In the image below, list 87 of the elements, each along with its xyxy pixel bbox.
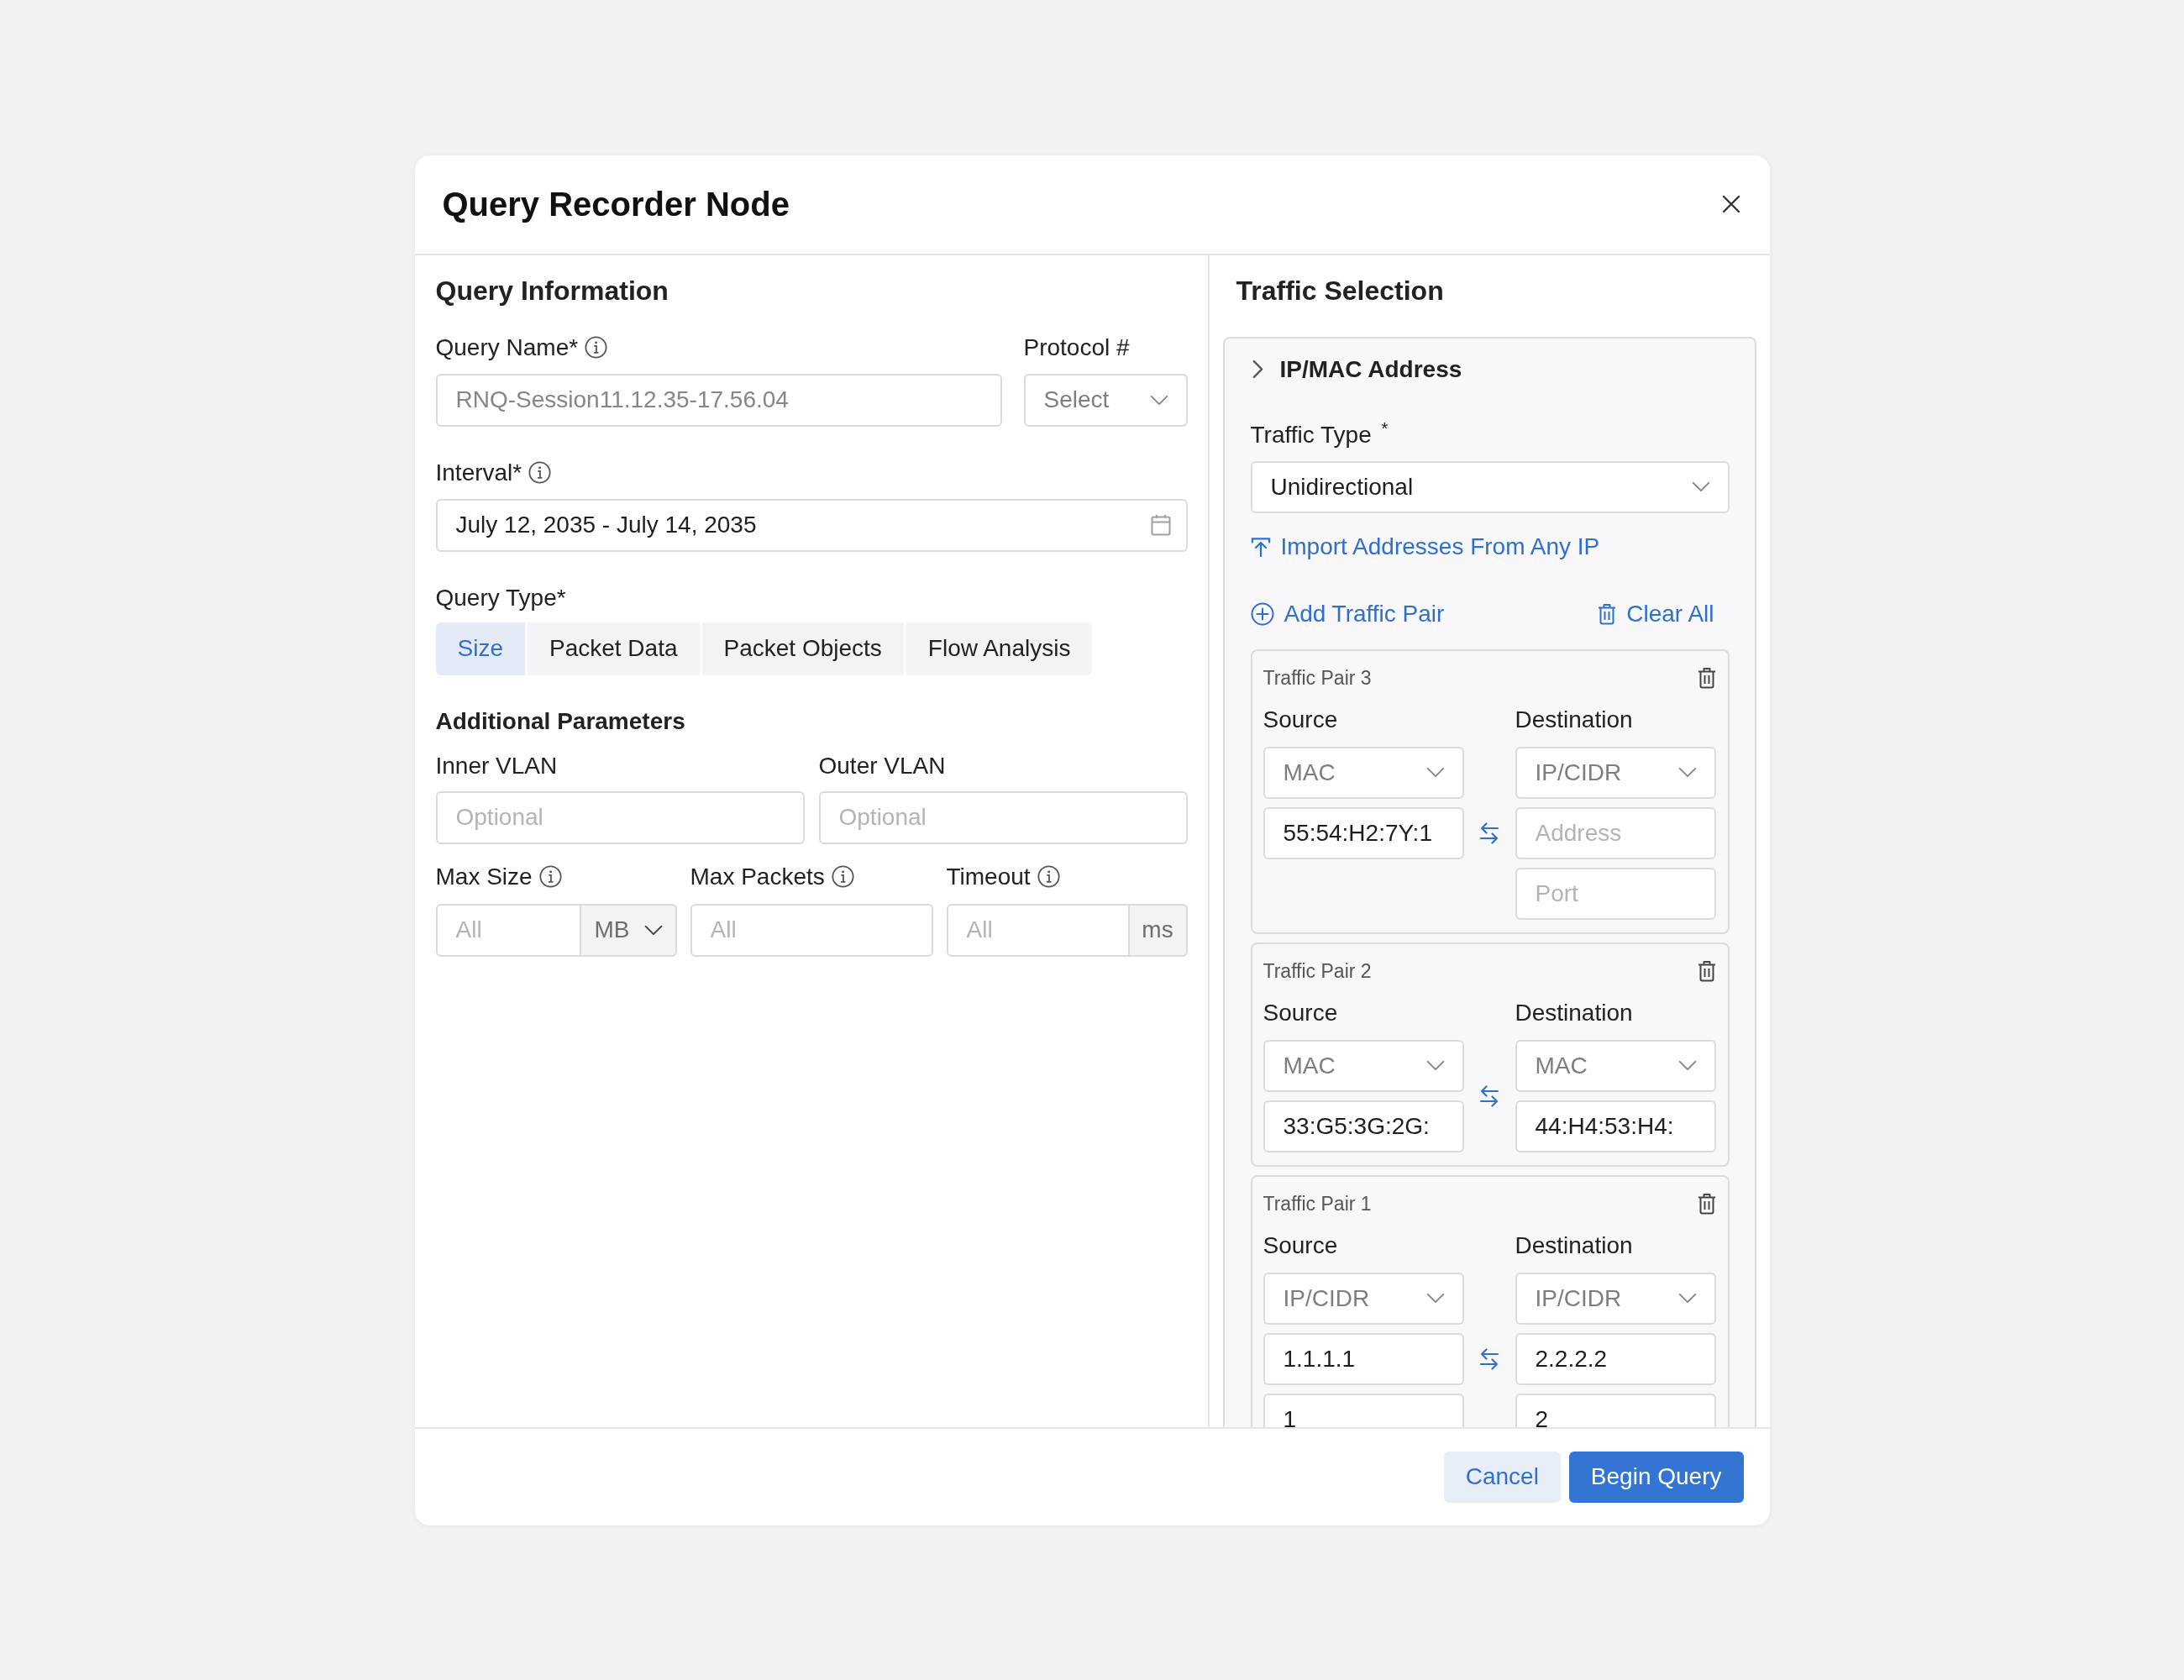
number-field[interactable]: All: [946, 903, 1130, 957]
cancel-button[interactable]: Cancel: [1443, 1451, 1561, 1503]
field-label: Protocol #: [1023, 333, 1130, 362]
segment-tab[interactable]: Flow Analysis: [906, 622, 1093, 675]
traffic-type-dropdown[interactable]: Unidirectional: [1250, 460, 1730, 513]
address-field[interactable]: 55:54:H2:7Y:1: [1263, 806, 1464, 859]
add-pair-link[interactable]: Add Traffic Pair: [1250, 598, 1445, 629]
upload-icon: [1250, 536, 1271, 557]
segment-tab[interactable]: Packet Data: [527, 622, 700, 675]
clear-all-link[interactable]: Clear All: [1598, 598, 1714, 629]
swap-icon: [1479, 1346, 1499, 1372]
chevron-down-icon: [1425, 1293, 1446, 1304]
delete-button[interactable]: [1697, 959, 1716, 982]
vlan-field[interactable]: Optional: [818, 790, 1188, 844]
swap-icon: [1479, 820, 1499, 846]
field-label: Traffic Type $^{*}$: [1250, 419, 1389, 449]
number-field[interactable]: All: [690, 903, 933, 957]
trash-icon: [1697, 1192, 1716, 1215]
address-type-dropdown[interactable]: IP/CIDR: [1515, 1272, 1716, 1325]
swap-button[interactable]: [1479, 1346, 1499, 1372]
delete-button[interactable]: [1697, 1192, 1716, 1215]
calendar-icon: [1150, 514, 1171, 536]
column-label: Source: [1263, 705, 1339, 734]
dialog-title: Query Recorder Node: [442, 185, 790, 224]
chevron-down-icon: [1148, 394, 1169, 406]
number-field[interactable]: All: [435, 903, 581, 957]
import-link[interactable]: Import Addresses From Any IP: [1250, 531, 1600, 562]
card-title: Traffic Pair 2: [1263, 958, 1372, 984]
address-type-dropdown[interactable]: MAC: [1263, 1039, 1464, 1092]
address-field[interactable]: Address: [1515, 806, 1716, 859]
unit-dropdown[interactable]: MB: [579, 903, 677, 957]
swap-icon: [1479, 1083, 1499, 1109]
field-label: Query Name*: [435, 333, 579, 362]
section-heading: Additional Parameters: [435, 706, 686, 736]
close-button[interactable]: [1720, 194, 1741, 214]
address-type-dropdown[interactable]: IP/CIDR: [1263, 1272, 1464, 1325]
section-heading: Query Information: [435, 274, 669, 307]
chevron-down-icon: [1677, 767, 1698, 778]
address-field[interactable]: Port: [1515, 867, 1716, 920]
field-label: Interval*: [435, 458, 522, 487]
date-range-field[interactable]: July 12, 2035 - July 14, 2035: [435, 498, 1188, 552]
segment-tab[interactable]: Packet Objects: [701, 622, 904, 675]
query-name-field[interactable]: RNQ-Session11.12.35-17.56.04: [435, 373, 1002, 427]
field-label: Timeout: [946, 862, 1031, 891]
address-field[interactable]: 1.1.1.1: [1263, 1332, 1464, 1385]
address-type-dropdown[interactable]: IP/CIDR: [1515, 746, 1716, 799]
column-label: Destination: [1515, 1231, 1634, 1260]
chevron-down-icon: [1425, 1060, 1446, 1071]
field-label: Max Size: [435, 862, 533, 891]
add-icon: [1250, 601, 1274, 626]
field-label: Inner VLAN: [435, 751, 558, 780]
field-label: Query Type*: [435, 583, 566, 612]
address-type-dropdown[interactable]: MAC: [1515, 1039, 1716, 1092]
section-toggle[interactable]: IP/MAC Address: [1250, 352, 1462, 386]
address-field[interactable]: 2.2.2.2: [1515, 1332, 1716, 1385]
address-field[interactable]: 2: [1515, 1393, 1716, 1427]
chevron-down-icon: [1677, 1060, 1698, 1071]
section-heading: Traffic Selection: [1235, 274, 1445, 307]
address-type-dropdown[interactable]: MAC: [1263, 746, 1464, 799]
column-label: Source: [1263, 1231, 1339, 1260]
unit-label: ms: [1127, 903, 1188, 957]
card-title: Traffic Pair 3: [1263, 665, 1372, 690]
swap-button[interactable]: [1479, 820, 1499, 846]
column-label: Source: [1263, 998, 1339, 1027]
field-label: Max Packets: [690, 862, 825, 891]
field-label: Outer VLAN: [818, 751, 946, 780]
column-label: Destination: [1515, 998, 1634, 1027]
swap-button[interactable]: [1479, 1083, 1499, 1109]
card-title: Traffic Pair 1: [1263, 1191, 1372, 1216]
address-field[interactable]: 33:G5:3G:2G:: [1263, 1100, 1464, 1152]
vlan-field[interactable]: Optional: [435, 790, 805, 844]
protocol-dropdown[interactable]: Select: [1023, 373, 1188, 427]
segment-tab[interactable]: Size: [435, 622, 525, 675]
chevron-right-icon: [1252, 360, 1263, 379]
begin-query-button[interactable]: Begin Query: [1568, 1451, 1744, 1503]
trash-icon: [1598, 602, 1617, 625]
address-field[interactable]: 44:H4:53:H4:: [1515, 1100, 1716, 1152]
chevron-down-icon: [643, 924, 664, 936]
delete-button[interactable]: [1697, 666, 1716, 689]
chevron-down-icon: [1677, 1293, 1698, 1304]
address-field[interactable]: 1: [1263, 1393, 1464, 1427]
chevron-down-icon: [1425, 767, 1446, 778]
close-icon: [1720, 194, 1741, 214]
trash-icon: [1697, 666, 1716, 689]
trash-icon: [1697, 959, 1716, 982]
chevron-down-icon: [1690, 481, 1711, 492]
column-label: Destination: [1515, 705, 1634, 734]
